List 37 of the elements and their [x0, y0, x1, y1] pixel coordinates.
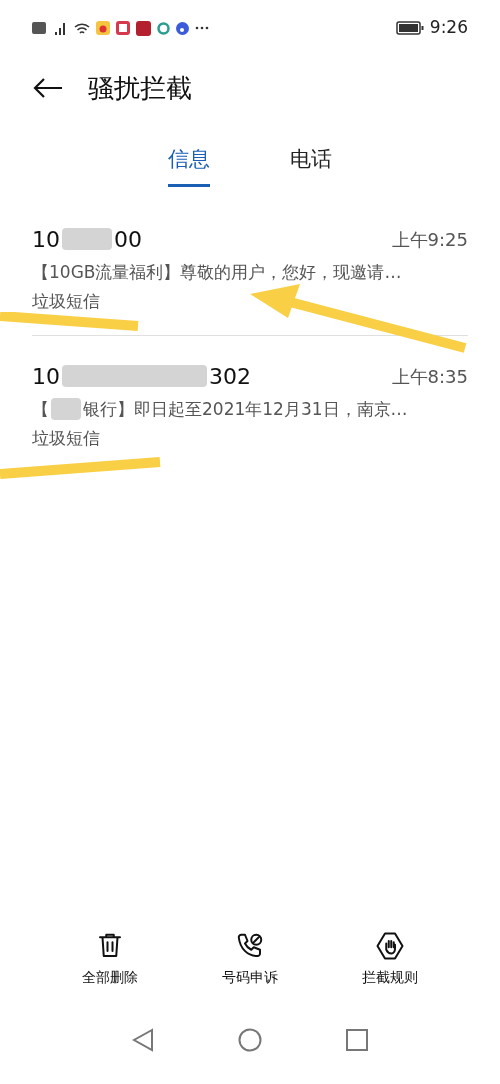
- action-button[interactable]: 拦截规则: [362, 931, 418, 988]
- message-time: 上午8:35: [391, 364, 468, 389]
- wifi-icon: [74, 21, 90, 35]
- page-title: 骚扰拦截: [88, 71, 192, 105]
- app-icon: [116, 21, 130, 35]
- action-button[interactable]: 全部删除: [82, 931, 138, 988]
- hd-icon: [32, 22, 46, 34]
- sender-number: 302: [209, 362, 251, 391]
- battery-icon: [395, 21, 424, 35]
- tab[interactable]: 电话: [290, 144, 332, 187]
- signal-icon: [52, 21, 68, 35]
- recents-nav-icon[interactable]: [346, 1029, 368, 1051]
- status-time: 9:26: [429, 16, 468, 40]
- hand-stop-icon: [375, 931, 405, 961]
- message-item[interactable]: 10 00 上午9:25 【10GB流量福利】尊敬的用户，您好，现邀请… 垃圾短信: [32, 214, 468, 335]
- sender-number: 00: [114, 225, 142, 254]
- sender-number: 10: [32, 362, 60, 391]
- message-preview: 【10GB流量福利】尊敬的用户，您好，现邀请…: [32, 260, 402, 284]
- spam-tag: 垃圾短信: [32, 426, 468, 452]
- message-time: 上午9:25: [391, 227, 468, 252]
- message-item[interactable]: 10 302 上午8:35 【 银行】即日起至2021年12月31日，南京… 垃圾短信: [32, 334, 468, 472]
- redacted-blur: [62, 228, 112, 250]
- sender-number: 10: [32, 225, 60, 254]
- redacted-blur: [51, 398, 81, 421]
- more-icon: [195, 26, 209, 30]
- back-arrow-icon: [33, 77, 63, 99]
- app-icon: [157, 21, 170, 35]
- home-nav-icon[interactable]: [238, 1028, 262, 1052]
- back-nav-icon[interactable]: [132, 1028, 154, 1052]
- music-app-icon: [176, 21, 189, 35]
- message-preview: 银行】即日起至2021年12月31日，南京…: [83, 397, 408, 421]
- action-button[interactable]: 号码申诉: [222, 931, 278, 988]
- app-icon: [136, 20, 151, 36]
- tab[interactable]: 信息: [168, 144, 210, 187]
- spam-tag: 垃圾短信: [32, 289, 468, 315]
- app-icon: [96, 21, 110, 35]
- message-preview: 【: [32, 397, 49, 421]
